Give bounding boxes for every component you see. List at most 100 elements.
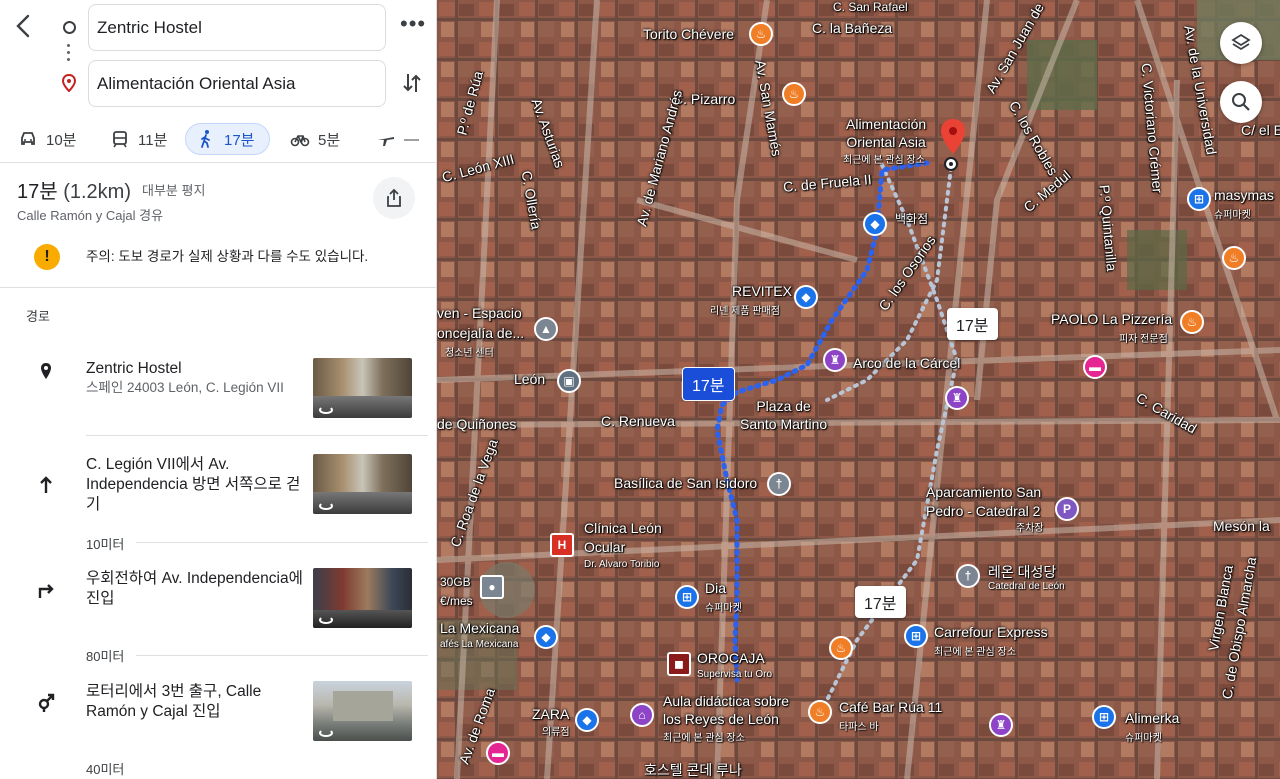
street-label: C/ el E	[1241, 122, 1280, 138]
place-label[interactable]: León	[514, 371, 545, 387]
layers-button[interactable]	[1220, 22, 1262, 64]
origin-input[interactable]: Zentric Hostel	[88, 4, 386, 51]
supermarket-icon[interactable]: ⊞	[1187, 187, 1211, 211]
place-label[interactable]: Aparcamiento San Pedro - Catedral 2	[926, 483, 1041, 521]
monument-icon[interactable]: ♜	[945, 386, 969, 410]
mode-flight[interactable]: —	[366, 123, 429, 155]
place-label[interactable]: masymas	[1214, 187, 1274, 203]
pin-icon	[41, 363, 51, 379]
place-label[interactable]: 호스텔 콘데 루나	[644, 760, 742, 779]
alt-route-time-badge[interactable]: 17분	[855, 586, 906, 618]
mode-car-label: 10분	[46, 131, 77, 149]
supermarket-icon[interactable]: ⊞	[1092, 705, 1116, 729]
mode-car[interactable]: 10분	[8, 123, 87, 155]
alt-route-time-badge[interactable]: 17분	[947, 308, 998, 340]
church-icon[interactable]: †	[956, 564, 980, 588]
mode-bike[interactable]: 5분	[280, 123, 350, 155]
place-label[interactable]: Arco de la Cárcel	[853, 355, 960, 371]
place-label[interactable]: OROCAJA	[697, 650, 765, 666]
restaurant-icon[interactable]: ♨	[782, 82, 806, 106]
church-icon[interactable]: †	[767, 472, 791, 496]
shopping-icon[interactable]: ◆	[794, 285, 818, 309]
shopping-icon[interactable]: ◆	[863, 212, 887, 236]
step-distance: 80미터	[86, 649, 125, 664]
swap-icon[interactable]	[400, 70, 424, 96]
place-label[interactable]: Plaza de Santo Martino	[740, 397, 827, 433]
place-label[interactable]: ZARA	[532, 706, 569, 722]
place-label[interactable]: Alimentación Oriental Asia	[846, 115, 926, 151]
museum-icon[interactable]: ⌂	[630, 703, 654, 727]
airplane-icon	[378, 137, 394, 146]
place-label[interactable]: Café Bar Rúa 11	[839, 699, 942, 715]
step-text: C. Legión VII에서 Av. Independencia 방면 서쪽으…	[86, 456, 301, 513]
route-time-badge[interactable]: 17분	[682, 367, 735, 401]
mode-transit[interactable]: 11분	[100, 123, 177, 155]
mode-walk[interactable]: 17분	[185, 123, 270, 155]
place-label[interactable]: oncejalía de...	[437, 325, 524, 341]
government-icon[interactable]: ▲	[534, 317, 558, 341]
car-icon	[21, 132, 35, 145]
street-label: de Quiñones	[437, 416, 517, 432]
store-logo-icon[interactable]: ◼	[667, 652, 691, 676]
place-sublabel: 슈퍼마켓	[1125, 733, 1162, 744]
vertical-dots-icon	[67, 44, 71, 64]
place-label[interactable]: Mesón la	[1213, 518, 1270, 534]
clothing-icon[interactable]: ◆	[575, 708, 599, 732]
monument-icon[interactable]: ♜	[989, 713, 1013, 737]
monument-icon[interactable]: ♜	[823, 348, 847, 372]
supermarket-icon[interactable]: ⊞	[675, 585, 699, 609]
route-via: Calle Ramón y Cajal 경유	[17, 208, 164, 223]
parking-icon[interactable]: P	[1055, 497, 1079, 521]
atm-icon[interactable]: ●	[480, 575, 504, 599]
hotel-icon[interactable]: ▬	[1083, 355, 1107, 379]
place-label[interactable]: REVITEX	[732, 283, 792, 299]
step-title: Zentric Hostel	[86, 360, 182, 377]
place-label[interactable]: Alimerka	[1125, 710, 1179, 726]
restaurant-icon[interactable]: ♨	[1180, 310, 1204, 334]
street-view-thumbnail[interactable]	[313, 358, 412, 418]
train-station-icon[interactable]: ▣	[557, 369, 581, 393]
share-button[interactable]	[373, 177, 415, 219]
restaurant-icon[interactable]: ♨	[808, 700, 832, 724]
street-view-thumbnail[interactable]	[313, 568, 412, 628]
street-view-icon	[319, 616, 333, 624]
supermarket-icon[interactable]: ⊞	[904, 624, 928, 648]
place-label[interactable]: Basílica de San Isidoro	[614, 475, 757, 491]
divider	[136, 542, 428, 543]
place-label[interactable]: Aula didáctica sobre los Reyes de León	[663, 692, 789, 728]
mode-walk-label: 17분	[224, 131, 255, 149]
place-label[interactable]: Dia	[705, 580, 726, 596]
back-arrow-icon[interactable]	[12, 12, 36, 40]
place-label[interactable]: La Mexicana	[440, 620, 519, 636]
search-button[interactable]	[1220, 81, 1262, 123]
place-label[interactable]: ven - Espacio	[437, 305, 522, 321]
street-view-thumbnail[interactable]	[313, 454, 412, 514]
place-sublabel: 타파스 바	[839, 722, 879, 733]
more-options-icon[interactable]: •••	[400, 13, 425, 38]
place-label[interactable]: 레온 대성당	[988, 562, 1056, 582]
place-label[interactable]: Clínica León Ocular	[584, 519, 662, 557]
hotel-icon[interactable]: ▬	[486, 741, 510, 765]
roundabout-icon	[38, 693, 55, 712]
place-sublabel: Supervisa tu Oro	[697, 669, 773, 680]
arrow-up-icon	[40, 476, 52, 493]
place-label[interactable]: PAOLO La Pizzería	[1051, 311, 1172, 327]
restaurant-icon[interactable]: ♨	[829, 636, 853, 660]
route-heading: 경로	[26, 309, 50, 324]
place-sublabel: 청소년 센터	[445, 348, 494, 359]
layers-icon	[1231, 33, 1251, 51]
place-sublabel: Catedral de León	[988, 581, 1065, 592]
place-label[interactable]: Carrefour Express	[934, 624, 1048, 640]
destination-input[interactable]: Alimentación Oriental Asia	[88, 60, 386, 107]
hospital-icon[interactable]: H	[550, 533, 574, 557]
warning-icon: !	[34, 244, 60, 270]
place-label[interactable]: Torito Chévere	[643, 26, 734, 42]
map-view[interactable]: 17분 17분 17분 ♨ ♨ ◆ ◆ ▲ ▣ ♜ † H ⊞ ◆ ● ◼ ⌂ …	[437, 0, 1280, 779]
shopping-icon[interactable]: ◆	[534, 625, 558, 649]
place-sublabel: Dr. Alvaro Toribio	[584, 559, 660, 570]
street-label: C. Renueva	[601, 413, 675, 429]
restaurant-icon[interactable]: ♨	[749, 22, 773, 46]
route-summary: 17분 (1.2km)	[17, 175, 131, 204]
restaurant-icon[interactable]: ♨	[1222, 246, 1246, 270]
street-view-thumbnail[interactable]	[313, 681, 412, 741]
